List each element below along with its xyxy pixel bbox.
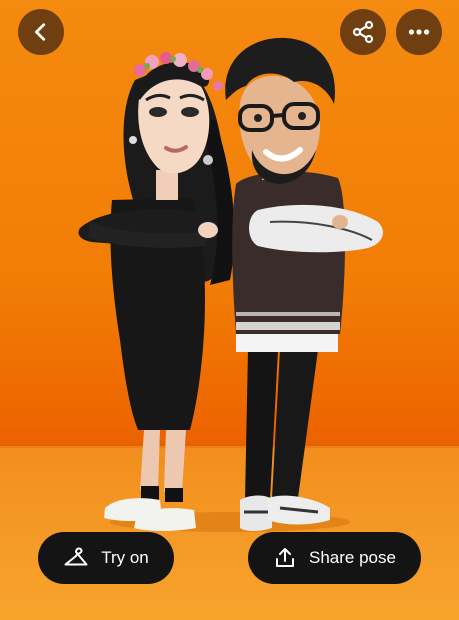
bitmoji-pose-screen: Try on Share pose	[0, 0, 459, 620]
try-on-button[interactable]: Try on	[38, 532, 174, 584]
avatar-illustration	[78, 37, 383, 532]
male-avatar	[225, 37, 383, 531]
try-on-label: Try on	[101, 548, 149, 567]
upload-icon	[276, 548, 295, 567]
share-button[interactable]	[340, 9, 386, 55]
back-button[interactable]	[18, 9, 64, 55]
female-avatar	[78, 52, 235, 531]
ellipsis-icon	[408, 29, 430, 35]
hanger-icon	[64, 547, 88, 566]
share-pose-label: Share pose	[309, 548, 396, 567]
more-options-button[interactable]	[396, 9, 442, 55]
chevron-left-icon	[35, 23, 46, 41]
share-pose-button[interactable]: Share pose	[248, 532, 421, 584]
share-icon	[352, 20, 374, 44]
